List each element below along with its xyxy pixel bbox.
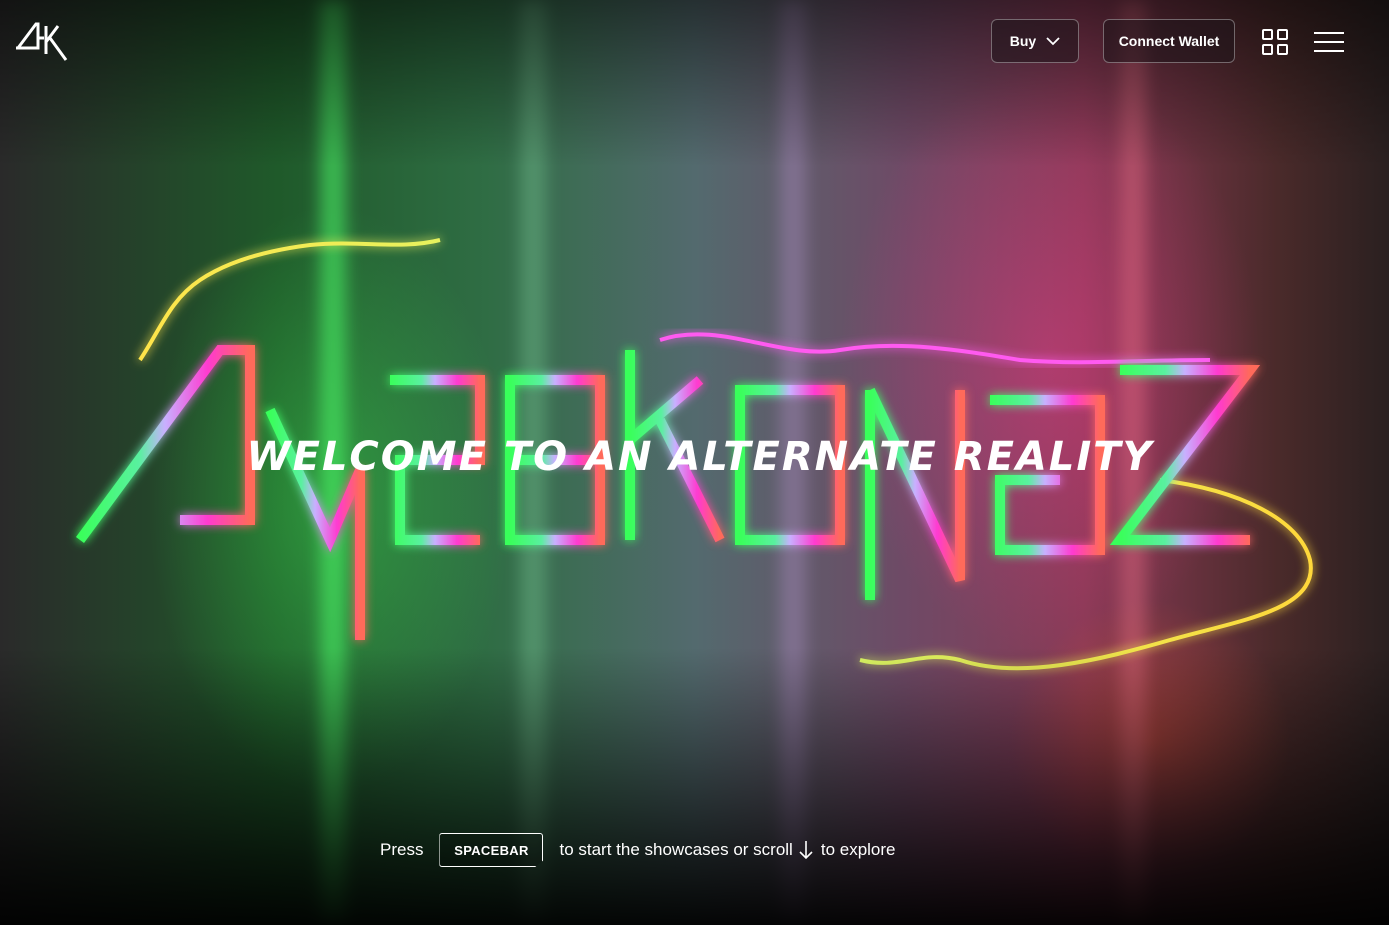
cyberkongz-logo-art: WELCOME TO AN ALTERNATE REALITY bbox=[75, 238, 1313, 671]
lightning-outline-pink bbox=[659, 332, 1211, 365]
top-navigation: Buy Connect Wallet bbox=[0, 0, 1389, 84]
arrow-down-icon bbox=[799, 841, 813, 860]
showcase-text: to start the showcases or scroll bbox=[559, 840, 793, 859]
scroll-hint: Press SPACEBAR to start the showcases or… bbox=[380, 832, 896, 868]
logo-letters bbox=[75, 345, 1261, 640]
buy-dropdown-button[interactable]: Buy bbox=[991, 19, 1079, 63]
chevron-down-icon bbox=[1046, 37, 1060, 46]
spacebar-label: SPACEBAR bbox=[454, 842, 529, 858]
hero-tagline: WELCOME TO AN ALTERNATE REALITY bbox=[247, 434, 1156, 480]
connect-wallet-label: Connect Wallet bbox=[1118, 33, 1220, 49]
press-text: Press bbox=[380, 840, 424, 859]
explore-text: to explore bbox=[820, 840, 896, 859]
grid-icon[interactable] bbox=[1262, 29, 1288, 55]
site-logo[interactable] bbox=[14, 20, 70, 64]
spacebar-key-button[interactable]: SPACEBAR bbox=[439, 833, 544, 867]
buy-label: Buy bbox=[1009, 33, 1037, 49]
hero-background: WELCOME TO AN ALTERNATE REALITY Buy Conn… bbox=[0, 0, 1389, 925]
hamburger-menu-icon[interactable] bbox=[1314, 30, 1344, 54]
connect-wallet-button[interactable]: Connect Wallet bbox=[1103, 19, 1235, 63]
